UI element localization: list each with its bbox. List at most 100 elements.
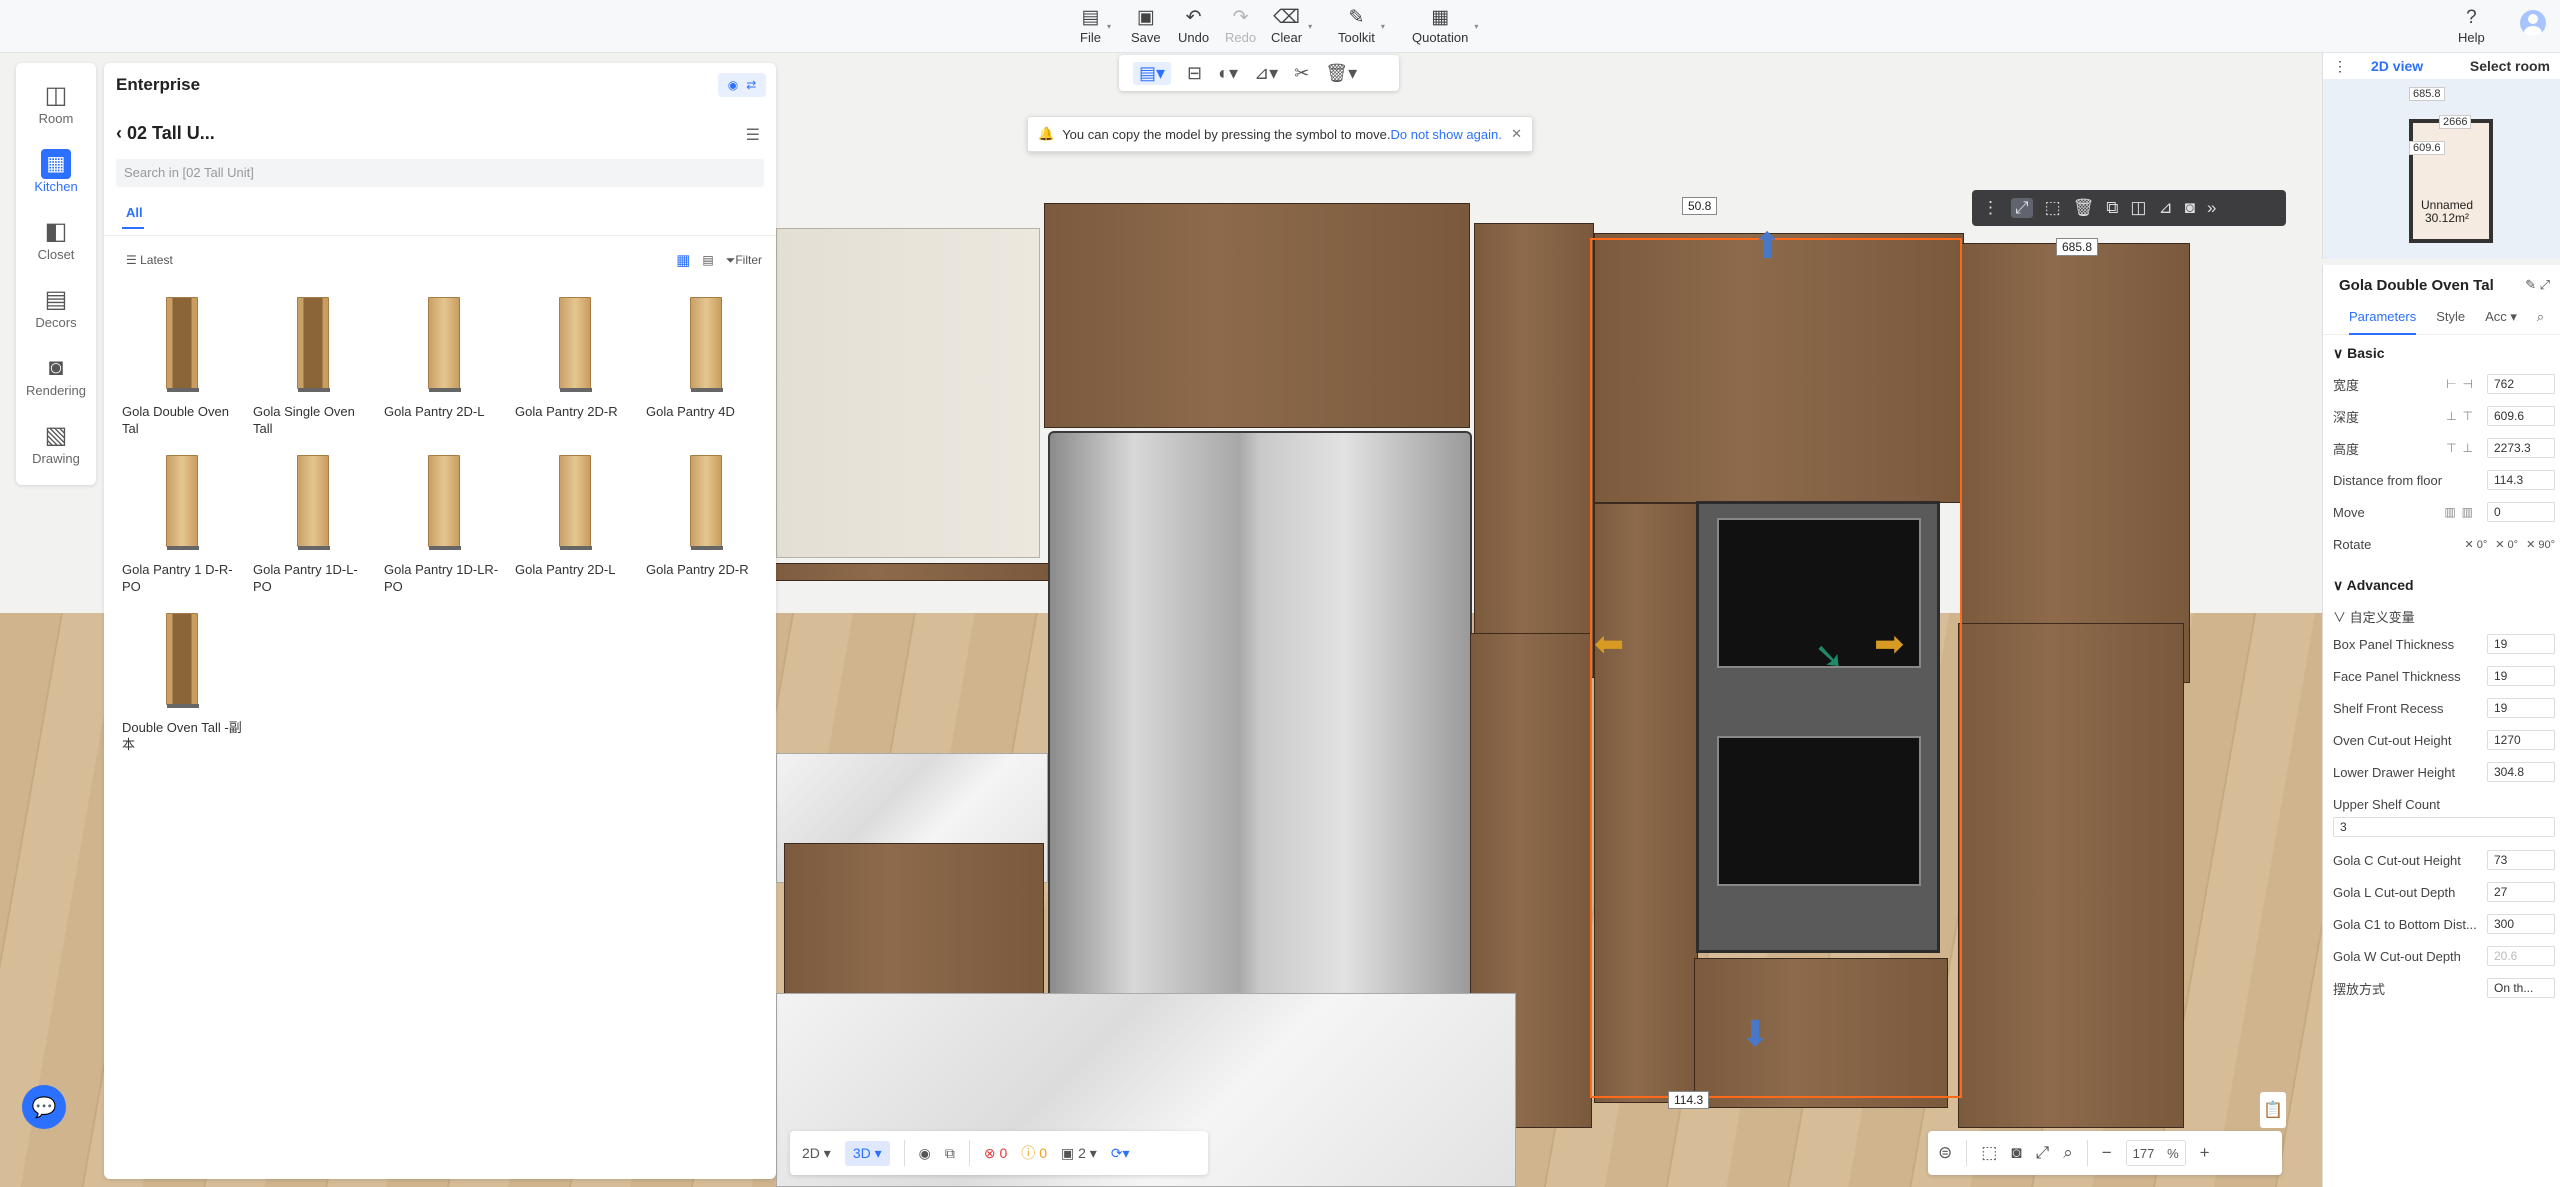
file-button[interactable]: ▤ File ▾ — [1080, 7, 1111, 46]
folder-back[interactable]: ‹ 02 Tall U... — [116, 123, 215, 144]
camera-view-icon[interactable]: ◙ — [2011, 1143, 2021, 1163]
basic-section[interactable]: ∨ Basic — [2333, 345, 2385, 362]
sort-dropdown[interactable]: ☰ Latest — [126, 253, 173, 267]
grid-view-icon[interactable]: ▦ — [676, 251, 690, 269]
advanced-section[interactable]: ∨ Advanced — [2333, 577, 2414, 594]
cabinet-thumbnail — [297, 455, 330, 550]
sync-icon[interactable]: ⟳▾ — [1111, 1145, 1130, 1162]
close-icon[interactable]: ✕ — [1511, 126, 1522, 142]
camera-icon[interactable]: ◙ — [2185, 198, 2195, 218]
search-icon[interactable]: ⌕ — [2537, 309, 2544, 334]
fullscreen-icon[interactable]: ⤢ — [2036, 1143, 2050, 1163]
expand-icon[interactable]: » — [2207, 198, 2216, 218]
tab-all[interactable]: All — [126, 205, 143, 220]
annotation-icon[interactable]: ▤▾ — [1133, 61, 1172, 85]
arrow-up-icon[interactable]: ⬆ — [1752, 225, 1782, 267]
toggle-icon[interactable]: ⊜ — [1938, 1143, 1952, 1163]
view-3d-button[interactable]: 3D ▾ — [844, 1140, 890, 1166]
param-row: Shelf Front Recess 19 — [2333, 697, 2555, 719]
catalog-item[interactable]: Gola Pantry 1 D-R-PO — [120, 451, 244, 601]
tab-style[interactable]: Style — [2436, 309, 2465, 334]
file-icon: ▤ — [1081, 7, 1100, 28]
catalog-item[interactable]: Gola Pantry 4D — [644, 293, 768, 443]
catalog-item[interactable]: Gola Pantry 1D-L-PO — [251, 451, 375, 601]
minimap-canvas[interactable]: 685.8 2666 609.6 Unnamed 30.12m² — [2323, 79, 2560, 259]
mirror-icon[interactable]: ◫ — [2130, 198, 2146, 218]
filter-button[interactable]: ⏷Filter — [726, 253, 762, 268]
do-not-show-link[interactable]: Do not show again. — [1391, 127, 1502, 142]
chat-bubble-icon[interactable]: 💬 — [22, 1085, 66, 1129]
nav-rendering[interactable]: ◙ Rendering — [16, 353, 96, 398]
zoom-input[interactable]: 177% — [2125, 1140, 2186, 1166]
view-2d-button[interactable]: 2D ▾ — [802, 1145, 831, 1162]
nav-closet[interactable]: ◧ Closet — [16, 217, 96, 262]
group-header[interactable]: ∨ 自定义变量 — [2333, 605, 2555, 627]
catalog-item[interactable]: Gola Pantry 2D-L — [513, 451, 637, 601]
depth-icon[interactable]: ⊥⊤ — [2446, 409, 2479, 423]
nav-room[interactable]: ◫ Room — [16, 81, 96, 126]
drag-handle-icon[interactable]: ⋮ — [2333, 58, 2347, 75]
undo-button[interactable]: ↶ Undo — [1178, 8, 1209, 46]
nav-drawing[interactable]: ▧ Drawing — [16, 421, 96, 466]
catalog-item[interactable]: Gola Single Oven Tall — [251, 293, 375, 443]
zoom-in-icon[interactable]: + — [2200, 1143, 2210, 1163]
rotate-y[interactable]: ✕ 0° — [2495, 538, 2518, 551]
nav-kitchen[interactable]: ▦ Kitchen — [16, 149, 96, 194]
tab-2d-view[interactable]: 2D view — [2357, 58, 2437, 74]
rotate-x[interactable]: ✕ 0° — [2464, 538, 2487, 551]
align-icon[interactable]: ⬚ — [2045, 198, 2061, 218]
edit-icon[interactable]: ✎ ⤢ — [2525, 277, 2550, 293]
selection-box[interactable] — [1590, 238, 1962, 1098]
drag-handle-icon[interactable]: ⋮ — [1982, 198, 1999, 218]
rotate-z[interactable]: ✕ 90° — [2526, 538, 2555, 551]
scissors-icon[interactable]: ✂ — [1294, 63, 1309, 84]
warning-count[interactable]: ⓘ 0 — [1021, 1143, 1047, 1163]
height-icon[interactable]: ⊤⊥ — [2446, 441, 2479, 455]
arrow-left-icon[interactable]: ⬅ — [1594, 623, 1624, 665]
catalog-item[interactable]: Gola Pantry 2D-R — [513, 293, 637, 443]
trash-icon[interactable]: 🗑▾ — [1325, 63, 1357, 84]
layers-icon[interactable]: ⧉ — [945, 1145, 955, 1162]
search-input[interactable]: Search in [02 Tall Unit] — [116, 159, 764, 187]
material-icon[interactable]: ◐▾ — [1218, 63, 1238, 84]
error-count[interactable]: ⊗ 0 — [984, 1145, 1007, 1162]
move-icon[interactable]: ▥▥ — [2444, 505, 2479, 519]
select-room-button[interactable]: Select room — [2470, 58, 2550, 74]
measure-icon[interactable]: ⊿ — [2158, 198, 2172, 218]
list-view-icon[interactable]: ▤ — [702, 253, 713, 267]
shelf-count-select[interactable]: 3 — [2333, 817, 2555, 837]
tab-accessories[interactable]: Acc ▾ — [2485, 309, 2517, 334]
clipboard-icon[interactable]: 📋 — [2260, 1092, 2286, 1128]
arrow-down-icon[interactable]: ⬇ — [1740, 1013, 1770, 1055]
rotate-arrow-icon[interactable]: ➘ — [1814, 635, 1844, 677]
eye-icon[interactable]: ◉ — [919, 1145, 931, 1162]
catalog-item[interactable]: Gola Double Oven Tal — [120, 293, 244, 443]
tab-parameters[interactable]: Parameters — [2349, 309, 2417, 335]
arrow-right-icon[interactable]: ➡ — [1874, 623, 1904, 665]
clear-button[interactable]: ⌫ Clear ▾ — [1271, 8, 1312, 46]
catalog-item[interactable]: Gola Pantry 2D-R — [644, 451, 768, 601]
copy-icon[interactable]: ⧉ — [2106, 198, 2118, 218]
catalog-item[interactable]: Gola Pantry 2D-L — [382, 293, 506, 443]
save-button[interactable]: ▣ Save — [1131, 8, 1161, 46]
fit-view-icon[interactable]: ⬚ — [1981, 1143, 1997, 1163]
redo-button[interactable]: ↷ Redo — [1225, 8, 1256, 46]
panel-badge[interactable]: ◉ ⇄ — [718, 73, 766, 97]
nav-decors[interactable]: ▤ Decors — [16, 285, 96, 330]
catalog-item[interactable]: Double Oven Tall -副本 — [120, 609, 244, 759]
zoom-fit-icon[interactable]: ⌕ — [2063, 1143, 2073, 1163]
zoom-out-icon[interactable]: − — [2102, 1143, 2112, 1163]
width-icon[interactable]: ⊢⊣ — [2446, 377, 2479, 391]
object-count[interactable]: ▣ 2 ▾ — [1061, 1145, 1097, 1162]
level-icon[interactable]: ⊿▾ — [1254, 63, 1278, 84]
help-button[interactable]: ? Help — [2458, 8, 2485, 46]
paint-roller-icon[interactable]: ⊟ — [1187, 63, 1202, 84]
list-icon[interactable]: ☰ — [746, 125, 760, 145]
quotation-button[interactable]: ▦ Quotation ▾ — [1412, 8, 1478, 46]
cabinet-thumbnail — [559, 297, 592, 392]
avatar[interactable] — [2520, 10, 2546, 36]
delete-icon[interactable]: 🗑 — [2073, 198, 2095, 218]
catalog-item[interactable]: Gola Pantry 1D-LR-PO — [382, 451, 506, 601]
resize-icon[interactable]: ⤢ — [2011, 198, 2033, 218]
toolkit-button[interactable]: ✎ Toolkit ▾ — [1338, 8, 1385, 46]
